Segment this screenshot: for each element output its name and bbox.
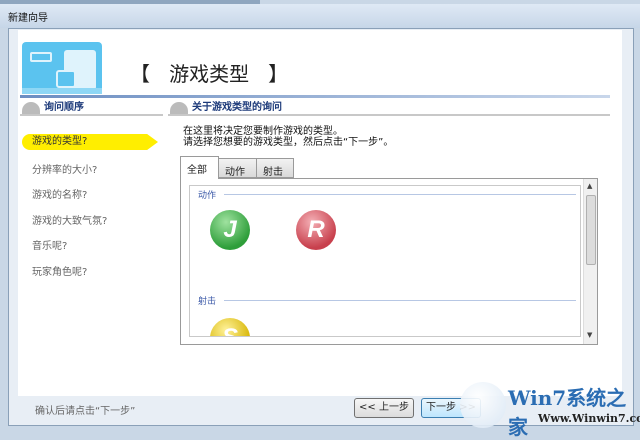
tab-all[interactable]: 全部 — [180, 156, 219, 179]
watermark-brand: Win7系统之家 — [508, 386, 627, 439]
tab-shooting[interactable]: 射击 — [256, 158, 294, 178]
step-resolution[interactable]: 分辨率的大小? — [32, 161, 97, 176]
game-type-icon-j[interactable]: J — [210, 210, 250, 250]
game-type-icon-s[interactable]: S — [210, 318, 250, 336]
step-player-character[interactable]: 玩家角色呢? — [32, 263, 87, 278]
scroll-thumb[interactable] — [586, 195, 596, 265]
wizard-header-image — [22, 42, 102, 94]
windows-logo-icon — [460, 382, 506, 428]
vertical-scrollbar[interactable]: ▲ ▼ — [583, 179, 597, 344]
group-divider — [224, 300, 576, 301]
game-type-icon-r[interactable]: R — [296, 210, 336, 250]
step-atmosphere[interactable]: 游戏的大致气氛? — [32, 212, 107, 227]
page-title: 【 游戏类型 】 — [130, 62, 289, 86]
group-label-action: 动作 — [198, 191, 217, 201]
steps-heading: 询问顺序 — [20, 102, 163, 116]
step-game-type[interactable]: 游戏的类型? — [22, 134, 158, 150]
game-type-list: 动作 J R 射击 S ▲ ▼ — [180, 178, 598, 345]
step-game-name[interactable]: 游戏的名称? — [32, 186, 87, 201]
question-heading: 关于游戏类型的询问 — [168, 102, 610, 116]
description: 在这里将决定您要制作游戏的类型。 请选择您想要的游戏类型，然后点击“下一步”。 — [183, 126, 394, 148]
header-divider — [20, 95, 610, 98]
scroll-up-icon[interactable]: ▲ — [587, 182, 592, 190]
watermark-url: Www.Winwin7.com — [538, 412, 640, 425]
tab-action[interactable]: 动作 — [218, 158, 257, 178]
scroll-down-icon[interactable]: ▼ — [587, 331, 592, 339]
group-label-shooting: 射击 — [198, 297, 217, 307]
watermark: Win7系统之家 Www.Winwin7.com — [460, 378, 640, 439]
footer-hint: 确认后请点击“下一步” — [35, 406, 136, 417]
step-music[interactable]: 音乐呢? — [32, 237, 67, 252]
back-button[interactable]: << 上一步 — [354, 398, 414, 418]
group-divider — [224, 194, 576, 195]
window-title: 新建向导 — [8, 13, 48, 24]
title-bar — [0, 4, 640, 28]
